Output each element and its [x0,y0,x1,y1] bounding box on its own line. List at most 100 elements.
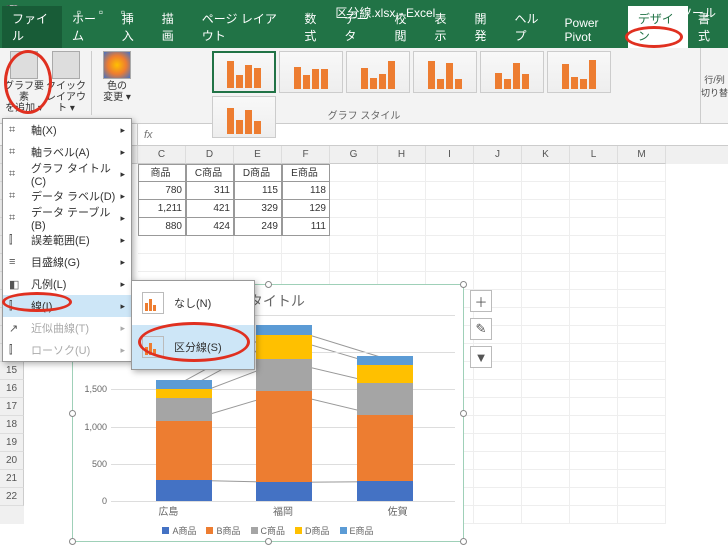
chart-add-element-icon[interactable]: ＋ [470,290,492,312]
tab-校閲[interactable]: 校閲 [384,6,424,48]
tab-データ[interactable]: データ [334,6,384,48]
quick-layout-button[interactable]: クイック レイアウト ▾ [46,51,86,114]
cell[interactable]: 1,211 [138,200,186,218]
cell[interactable]: 129 [282,200,330,218]
tab-デザイン[interactable]: デザイン [628,6,688,48]
col-header[interactable]: H [378,146,426,164]
row-header[interactable]: 17 [0,398,24,416]
dropdown-item[interactable]: ⌗軸(X)▸ [3,119,131,141]
row-header[interactable]: 20 [0,452,24,470]
chart-filter-icon[interactable]: ▼ [470,346,492,368]
chevron-right-icon: ▸ [120,323,125,334]
row-header[interactable]: 21 [0,470,24,488]
dropdown-item[interactable]: ⌗グラフ タイトル(C)▸ [3,163,131,185]
chart-style-thumb[interactable] [212,51,276,93]
chevron-right-icon: ▸ [120,257,125,268]
switch-row-col-button[interactable]: 行/列 切り替 [700,48,728,124]
color-icon [103,51,131,79]
tab-挿入[interactable]: 挿入 [112,6,152,48]
cell[interactable]: 商品 [138,164,186,182]
chart-style-thumb[interactable] [547,51,611,93]
cell[interactable]: E商品 [282,164,330,182]
menu-icon: ↗ [9,321,25,335]
legend-item[interactable]: C商品 [251,524,286,537]
cell[interactable]: 111 [282,218,330,236]
tab-開発[interactable]: 開発 [464,6,504,48]
cell[interactable]: 115 [234,182,282,200]
cell[interactable]: C商品 [186,164,234,182]
col-header[interactable]: K [522,146,570,164]
tab-描画[interactable]: 描画 [152,6,192,48]
menu-icon: ≡ [9,255,25,269]
col-header[interactable]: L [570,146,618,164]
row-header[interactable]: 22 [0,488,24,506]
dropdown-item[interactable]: ⫿誤差範囲(E)▸ [3,229,131,251]
col-header[interactable]: G [330,146,378,164]
tab-数式[interactable]: 数式 [294,6,334,48]
menu-icon: ◧ [9,277,25,291]
chart-legend[interactable]: A商品 B商品 C商品 D商品 E商品 [73,524,463,537]
legend-item[interactable]: E商品 [340,524,374,537]
row-header[interactable]: 15 [0,362,24,380]
bar-stack[interactable] [256,325,312,501]
change-color-button[interactable]: 色の 変更 ▾ [97,51,137,103]
row-header[interactable]: 16 [0,380,24,398]
x-tick-label: 佐賀 [388,503,408,519]
submenu-none-label: なし(N) [174,295,211,311]
col-header[interactable]: F [282,146,330,164]
cell[interactable]: 780 [138,182,186,200]
dropdown-item: ↗近似曲線(T)▸ [3,317,131,339]
submenu-none[interactable]: なし(N) [132,281,254,325]
chart-style-thumb[interactable] [212,96,276,138]
x-tick-label: 福岡 [273,503,293,519]
add-chart-element-button[interactable]: グラフ要素 を追加 ▾ [4,51,44,114]
dropdown-item[interactable]: ⫿線(I)▸ [3,295,131,317]
chart-style-thumb[interactable] [480,51,544,93]
chevron-right-icon: ▸ [120,279,125,290]
dropdown-item[interactable]: ≡目盛線(G)▸ [3,251,131,273]
chart-styles-gallery[interactable] [212,51,652,138]
col-header[interactable]: I [426,146,474,164]
chevron-right-icon: ▸ [120,169,125,180]
chart-element-dropdown: ⌗軸(X)▸⌗軸ラベル(A)▸⌗グラフ タイトル(C)▸⌗データ ラベル(D)▸… [2,118,132,362]
chart-side-buttons: ＋ ✎ ▼ [470,290,492,368]
cell[interactable]: 118 [282,182,330,200]
cell[interactable]: 311 [186,182,234,200]
chevron-right-icon: ▸ [120,213,125,224]
col-header[interactable]: C [138,146,186,164]
col-header[interactable]: J [474,146,522,164]
col-header[interactable]: D [186,146,234,164]
cell[interactable]: 249 [234,218,282,236]
cell[interactable]: D商品 [234,164,282,182]
chart-style-thumb[interactable] [279,51,343,93]
chart-style-icon[interactable]: ✎ [470,318,492,340]
tab-ファイル[interactable]: ファイル [2,6,62,48]
cell[interactable]: 424 [186,218,234,236]
tab-ヘルプ[interactable]: ヘルプ [505,6,555,48]
cell[interactable]: 421 [186,200,234,218]
legend-item[interactable]: B商品 [206,524,240,537]
chevron-right-icon: ▸ [120,191,125,202]
bar-stack[interactable] [156,380,212,501]
tab-書式[interactable]: 書式 [688,6,728,48]
tab-表示[interactable]: 表示 [424,6,464,48]
tab-ページ レイアウト[interactable]: ページ レイアウト [192,6,295,48]
chevron-right-icon: ▸ [120,301,125,312]
row-header[interactable]: 19 [0,434,24,452]
chart-style-thumb[interactable] [346,51,410,93]
dropdown-item[interactable]: ◧凡例(L)▸ [3,273,131,295]
col-header[interactable]: E [234,146,282,164]
row-header[interactable]: 18 [0,416,24,434]
col-header[interactable]: M [618,146,666,164]
submenu-series-lines[interactable]: 区分線(S) [132,325,254,369]
cell[interactable]: 329 [234,200,282,218]
tab-ホーム[interactable]: ホーム [62,6,112,48]
dropdown-item[interactable]: ⌗データ テーブル(B)▸ [3,207,131,229]
chart-style-thumb[interactable] [413,51,477,93]
legend-item[interactable]: D商品 [295,524,330,537]
bar-stack[interactable] [357,356,413,501]
tab-Power Pivot[interactable]: Power Pivot [555,12,628,48]
cell[interactable]: 880 [138,218,186,236]
chevron-right-icon: ▸ [120,345,125,356]
legend-item[interactable]: A商品 [162,524,196,537]
